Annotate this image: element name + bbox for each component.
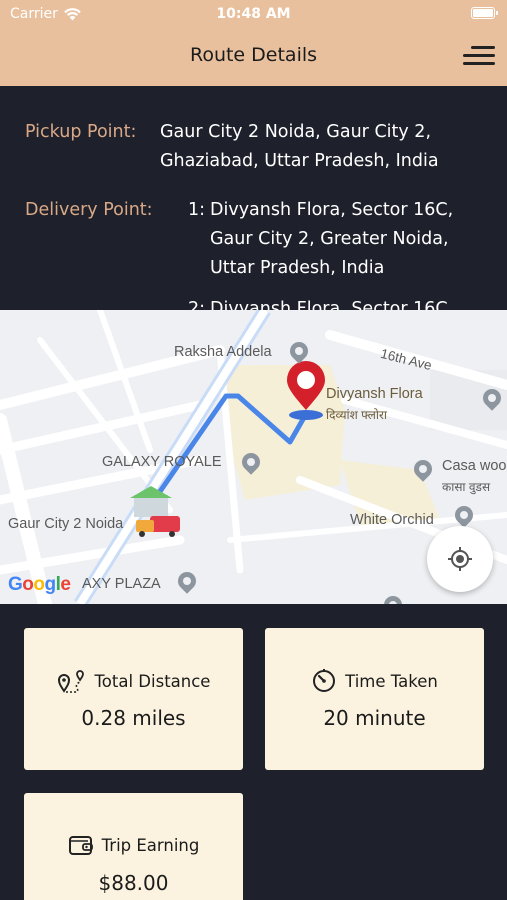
trip-earning-header: Trip Earning — [24, 833, 243, 857]
pickup-value: Gaur City 2 Noida, Gaur City 2, Ghaziaba… — [160, 122, 439, 171]
google-logo: Google — [8, 574, 71, 595]
my-location-button[interactable] — [427, 526, 493, 592]
wallet-icon — [68, 836, 93, 855]
poi-divyansh-flora-hindi: दिव्यांश फ्लोरा — [326, 408, 387, 422]
total-distance-label: Total Distance — [94, 671, 211, 691]
poi-galaxy-plaza: AXY PLAZA — [82, 576, 161, 592]
pickup-label: Pickup Point: — [25, 122, 137, 142]
delivery-row: Delivery Point: 1: Divyansh Flora, Secto… — [25, 196, 478, 310]
delivery-item: 2: Divyansh Flora, Sector 16C — [188, 295, 478, 310]
pickup-row: Pickup Point: Gaur City 2 Noida, Gaur Ci… — [25, 118, 490, 176]
delivery-label: Delivery Point: — [25, 200, 153, 220]
battery-icon — [471, 7, 498, 19]
delivery-item-number: 1: — [188, 200, 206, 220]
time-taken-value: 20 minute — [323, 706, 426, 730]
poi-white-orchid: White Orchid — [350, 512, 434, 528]
total-distance-card: Total Distance 0.28 miles — [24, 628, 243, 770]
crosshair-icon — [448, 547, 472, 571]
total-distance-value: 0.28 miles — [81, 706, 186, 730]
route-distance-icon — [57, 670, 84, 693]
poi-galaxy-royale: GALAXY ROYALE — [102, 454, 222, 470]
time-taken-card: Time Taken 20 minute — [265, 628, 484, 770]
delivery-item-number: 2: — [188, 299, 206, 310]
delivery-item-address: Divyansh Flora, Sector 16C — [210, 299, 448, 310]
time-taken-header: Time Taken — [265, 668, 484, 694]
delivery-item: 1: Divyansh Flora, Sector 16C, Gaur City… — [188, 196, 478, 283]
route-map[interactable]: Raksha Addela 16th Ave Divyansh Flora दि… — [0, 310, 507, 604]
poi-divyansh-flora: Divyansh Flora — [326, 386, 423, 402]
poi-gaur-city: Gaur City 2 Noida — [8, 516, 124, 532]
delivery-list[interactable]: 1: Divyansh Flora, Sector 16C, Gaur City… — [188, 196, 478, 310]
timer-icon — [313, 669, 336, 692]
trip-earning-label: Trip Earning — [101, 835, 200, 855]
total-distance-header: Total Distance — [24, 668, 243, 694]
poi-casa-woods: Casa woo — [442, 458, 507, 474]
poi-raksha-addela: Raksha Addela — [174, 344, 272, 360]
menu-icon[interactable] — [463, 44, 495, 66]
poi-casa-woods-hindi: कासा वुडस — [442, 480, 491, 494]
trip-earning-value: $88.00 — [98, 871, 169, 895]
trip-earning-card: Trip Earning $88.00 — [24, 793, 243, 900]
delivery-item-address: Divyansh Flora, Sector 16C, Gaur City 2,… — [210, 200, 454, 278]
status-bar: Carrier 10:48 AM — [0, 0, 507, 28]
status-time: 10:48 AM — [216, 6, 291, 22]
time-taken-label: Time Taken — [345, 671, 438, 691]
page-title: Route Details — [189, 44, 318, 66]
route-info: Pickup Point: Gaur City 2 Noida, Gaur Ci… — [0, 86, 507, 310]
app-header: Carrier 10:48 AM Route Details — [0, 0, 507, 86]
